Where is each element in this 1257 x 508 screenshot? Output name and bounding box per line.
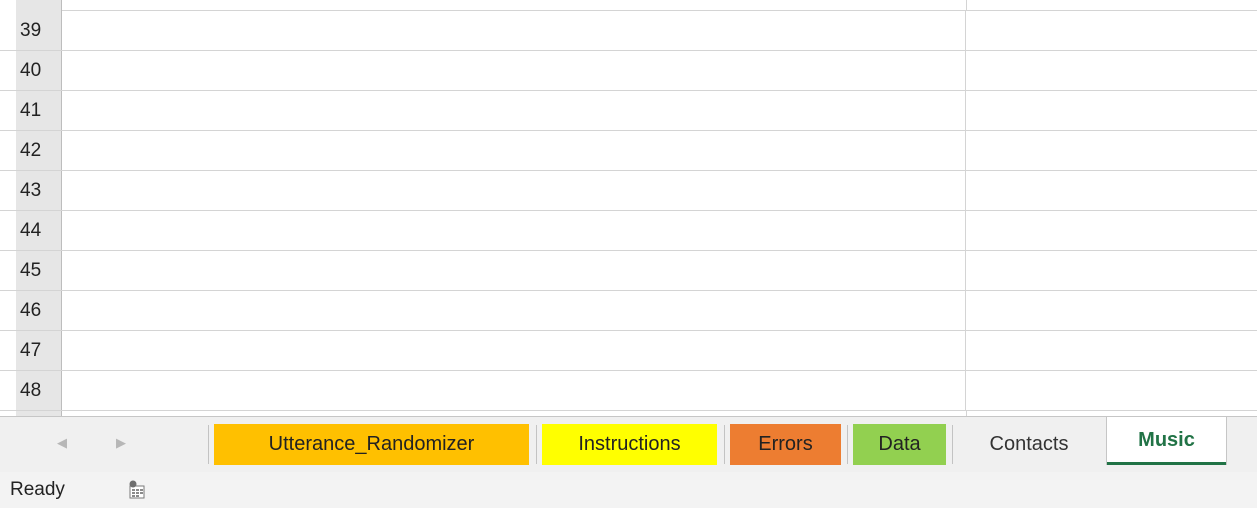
worksheet-grid[interactable]: 39 40 41 42 43 44 45 46 47 48 [0, 0, 1257, 416]
tab-divider [952, 425, 953, 464]
row-header-partial [16, 0, 62, 11]
tab-instructions[interactable]: Instructions [542, 424, 717, 465]
grid-row: 48 [0, 371, 1257, 411]
macro-recording-icon[interactable] [125, 480, 151, 500]
grid-row: 46 [0, 291, 1257, 331]
cell[interactable] [62, 291, 966, 330]
cell[interactable] [62, 171, 966, 210]
tab-label: Instructions [578, 433, 681, 455]
grid-row: 47 [0, 331, 1257, 371]
grid-row: 41 [0, 91, 1257, 131]
row-header[interactable]: 42 [16, 131, 62, 170]
cell[interactable] [966, 91, 1257, 130]
row-header[interactable]: 40 [16, 51, 62, 90]
partial-row-top [16, 0, 1257, 11]
grid-row: 40 [0, 51, 1257, 91]
grid-row: 44 [0, 211, 1257, 251]
tab-label: Contacts [989, 433, 1069, 455]
triangle-right-icon[interactable]: ▶ [113, 433, 129, 453]
status-text: Ready [10, 479, 65, 500]
row-header[interactable]: 39 [16, 11, 62, 50]
row-header[interactable]: 45 [16, 251, 62, 290]
tab-divider [847, 425, 848, 464]
cell[interactable] [62, 11, 966, 50]
cell[interactable] [62, 211, 966, 250]
row-header[interactable]: 48 [16, 371, 62, 410]
grid-row: 43 [0, 171, 1257, 211]
cell[interactable] [62, 51, 966, 90]
tab-divider [536, 425, 537, 464]
cell[interactable] [62, 331, 966, 370]
tab-contacts[interactable]: Contacts [958, 424, 1100, 465]
cell[interactable] [966, 371, 1257, 410]
tab-label: Utterance_Randomizer [268, 433, 475, 455]
cell[interactable] [62, 91, 966, 130]
tab-divider [724, 425, 725, 464]
tab-utterance-randomizer[interactable]: Utterance_Randomizer [214, 424, 529, 465]
row-header[interactable]: 44 [16, 211, 62, 250]
cell[interactable] [966, 131, 1257, 170]
cell[interactable] [966, 11, 1257, 50]
row-header[interactable]: 46 [16, 291, 62, 330]
grid-row: 42 [0, 131, 1257, 171]
grid-row: 45 [0, 251, 1257, 291]
tab-label: Music [1138, 429, 1195, 451]
cell[interactable] [966, 211, 1257, 250]
cell[interactable] [62, 251, 966, 290]
tab-label: Errors [758, 433, 813, 455]
column-separator [966, 0, 967, 11]
status-bar: Ready [0, 472, 1257, 508]
sheet-tab-bar: ◀ ▶ Utterance_Randomizer Instructions Er… [0, 416, 1257, 472]
cell[interactable] [966, 171, 1257, 210]
tab-divider [208, 425, 209, 464]
cell[interactable] [62, 371, 966, 410]
row-header[interactable]: 43 [16, 171, 62, 210]
tab-errors[interactable]: Errors [730, 424, 841, 465]
tab-music[interactable]: Music [1106, 417, 1227, 465]
active-tab-underline [1107, 462, 1226, 465]
cell[interactable] [966, 291, 1257, 330]
tab-data[interactable]: Data [853, 424, 946, 465]
row-header[interactable]: 41 [16, 91, 62, 130]
cell[interactable] [966, 51, 1257, 90]
tab-label: Data [878, 433, 921, 455]
excel-window: 39 40 41 42 43 44 45 46 47 48 ◀ ▶ Uttera… [0, 0, 1257, 508]
row-header[interactable]: 47 [16, 331, 62, 370]
cell[interactable] [966, 331, 1257, 370]
cell[interactable] [966, 251, 1257, 290]
grid-row: 39 [0, 11, 1257, 51]
triangle-left-icon[interactable]: ◀ [54, 433, 70, 453]
cell[interactable] [62, 131, 966, 170]
